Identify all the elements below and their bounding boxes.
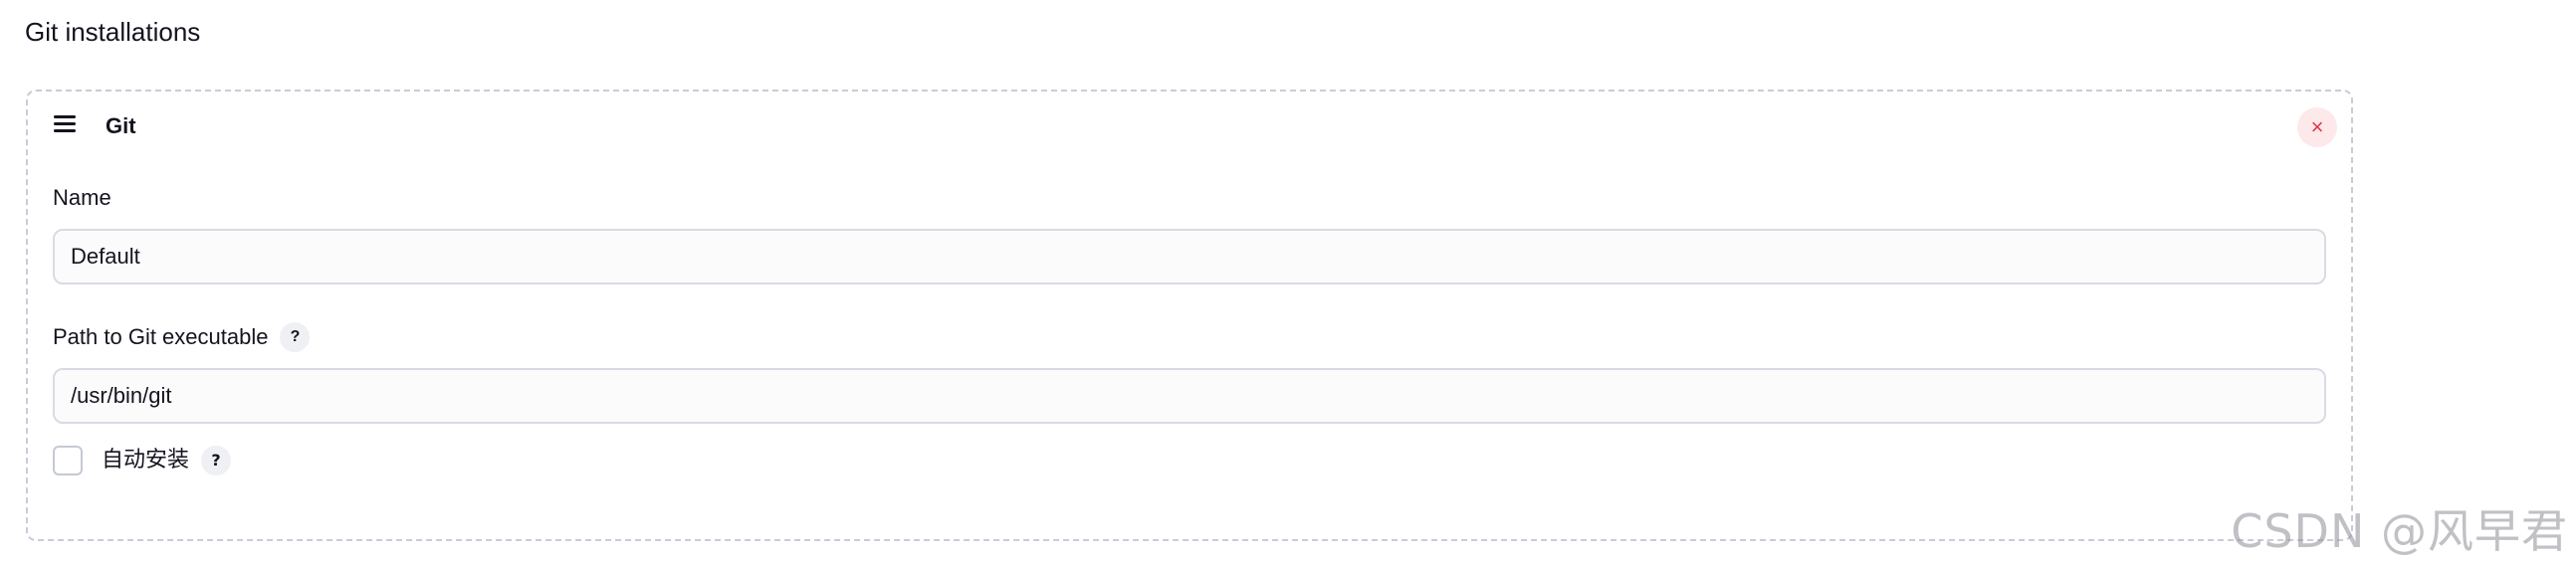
path-label-text: Path to Git executable — [53, 324, 269, 349]
name-input[interactable] — [53, 229, 2326, 284]
card-header: Git × — [28, 92, 2351, 163]
help-icon[interactable]: ? — [201, 446, 232, 475]
path-label: Path to Git executable ? — [53, 322, 311, 352]
auto-install-label: 自动安装 ? — [102, 446, 232, 475]
name-label: Name — [53, 183, 111, 213]
card-title: Git — [106, 113, 136, 138]
help-icon[interactable]: ? — [280, 322, 311, 352]
watermark: CSDN @风早君 — [2231, 504, 2568, 558]
hamburger-icon[interactable] — [54, 115, 78, 137]
close-icon: × — [2310, 114, 2324, 139]
path-input[interactable] — [53, 368, 2326, 424]
section-title: Git installations — [25, 17, 201, 47]
delete-button[interactable]: × — [2297, 107, 2337, 147]
git-installation-card: Git × Name Path to Git executable ? 自动安装… — [26, 90, 2353, 541]
auto-install-label-text: 自动安装 — [102, 448, 190, 472]
name-label-text: Name — [53, 185, 111, 210]
auto-install-checkbox[interactable] — [53, 446, 83, 475]
